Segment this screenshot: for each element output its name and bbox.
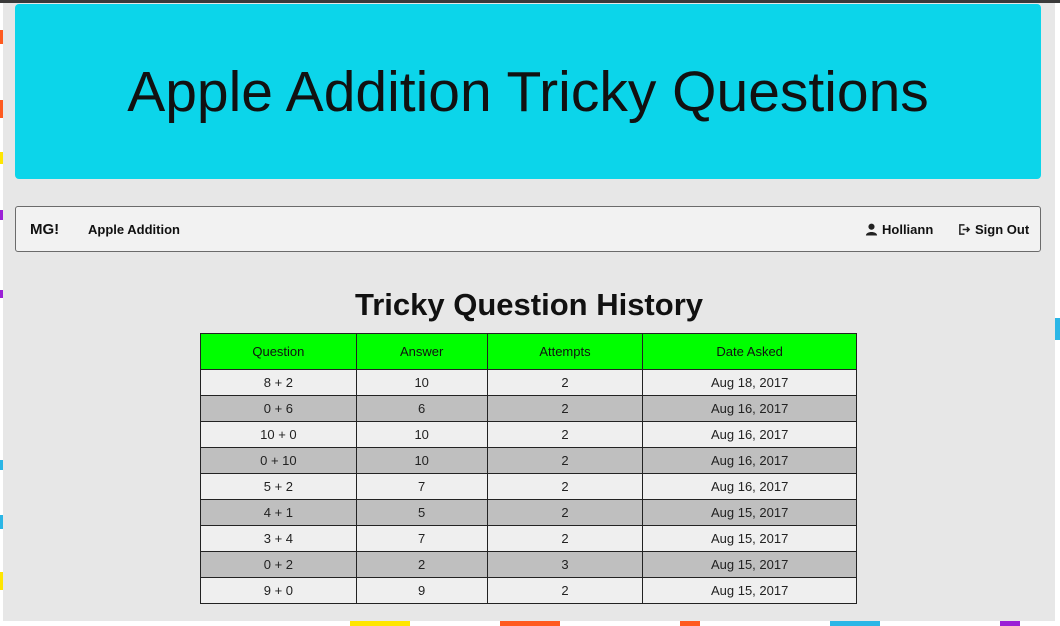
cell-date-asked: Aug 15, 2017 xyxy=(642,499,857,526)
cell-question: 9 + 0 xyxy=(200,577,357,604)
cell-answer: 10 xyxy=(355,447,488,474)
table-row: 8 + 2 10 2 Aug 18, 2017 xyxy=(200,369,857,396)
page-title: Apple Addition Tricky Questions xyxy=(127,59,929,124)
cell-attempts: 2 xyxy=(486,395,644,422)
cell-question: 5 + 2 xyxy=(200,473,357,500)
nav-link-user[interactable]: Holliann xyxy=(865,222,933,237)
table-row: 5 + 2 7 2 Aug 16, 2017 xyxy=(200,473,857,500)
cell-question: 4 + 1 xyxy=(200,499,357,526)
cell-date-asked: Aug 15, 2017 xyxy=(642,525,857,552)
table-row: 3 + 4 7 2 Aug 15, 2017 xyxy=(200,525,857,552)
nav-user-name: Holliann xyxy=(882,222,934,237)
user-icon xyxy=(865,223,878,236)
header-banner: Apple Addition Tricky Questions xyxy=(15,4,1041,179)
sign-out-icon xyxy=(959,224,971,235)
table-header-row: Question Answer Attempts Date Asked xyxy=(200,333,857,370)
table-row: 4 + 1 5 2 Aug 15, 2017 xyxy=(200,499,857,526)
sign-out-link[interactable]: Sign Out xyxy=(958,222,1029,237)
cell-attempts: 2 xyxy=(486,421,644,448)
cell-answer: 10 xyxy=(355,421,488,448)
column-header-question: Question xyxy=(200,333,357,370)
cell-date-asked: Aug 16, 2017 xyxy=(642,473,857,500)
cell-answer: 10 xyxy=(355,369,488,396)
table-row: 10 + 0 10 2 Aug 16, 2017 xyxy=(200,421,857,448)
cell-attempts: 2 xyxy=(486,447,644,474)
cell-attempts: 2 xyxy=(486,473,644,500)
cell-question: 0 + 10 xyxy=(200,447,357,474)
cell-question: 3 + 4 xyxy=(200,525,357,552)
cell-answer: 7 xyxy=(355,525,488,552)
cell-question: 0 + 2 xyxy=(200,551,357,578)
section-title: Tricky Question History xyxy=(355,287,703,322)
cell-question: 0 + 6 xyxy=(200,395,357,422)
cell-question: 10 + 0 xyxy=(200,421,357,448)
cell-date-asked: Aug 16, 2017 xyxy=(642,421,857,448)
cell-date-asked: Aug 16, 2017 xyxy=(642,395,857,422)
cell-answer: 9 xyxy=(355,577,488,604)
nav-link-apple-addition-label: Apple Addition xyxy=(88,222,180,237)
cell-answer: 5 xyxy=(355,499,488,526)
cell-attempts: 2 xyxy=(486,499,644,526)
column-header-answer: Answer xyxy=(355,333,488,370)
navbar: MG! Apple Addition Holliann Sign Out xyxy=(15,206,1041,252)
cell-attempts: 3 xyxy=(486,551,644,578)
column-header-attempts: Attempts xyxy=(486,333,644,370)
cell-attempts: 2 xyxy=(486,369,644,396)
cell-date-asked: Aug 15, 2017 xyxy=(642,551,857,578)
table-row: 0 + 6 6 2 Aug 16, 2017 xyxy=(200,395,857,422)
table-row: 0 + 10 10 2 Aug 16, 2017 xyxy=(200,447,857,474)
table-row: 9 + 0 9 2 Aug 15, 2017 xyxy=(200,577,857,604)
history-table: Question Answer Attempts Date Asked 8 + … xyxy=(200,333,857,604)
cell-attempts: 2 xyxy=(486,577,644,604)
page-container: Apple Addition Tricky Questions MG! Appl… xyxy=(3,3,1055,621)
cell-date-asked: Aug 16, 2017 xyxy=(642,447,857,474)
cell-date-asked: Aug 18, 2017 xyxy=(642,369,857,396)
navbar-brand[interactable]: MG! xyxy=(30,221,59,238)
cell-answer: 7 xyxy=(355,473,488,500)
cell-date-asked: Aug 15, 2017 xyxy=(642,577,857,604)
cell-question: 8 + 2 xyxy=(200,369,357,396)
table-row: 0 + 2 2 3 Aug 15, 2017 xyxy=(200,551,857,578)
cell-attempts: 2 xyxy=(486,525,644,552)
nav-link-apple-addition[interactable]: Apple Addition xyxy=(88,222,180,237)
sign-out-label: Sign Out xyxy=(975,222,1030,237)
cell-answer: 6 xyxy=(355,395,488,422)
column-header-date-asked: Date Asked xyxy=(642,333,857,370)
cell-answer: 2 xyxy=(355,551,488,578)
